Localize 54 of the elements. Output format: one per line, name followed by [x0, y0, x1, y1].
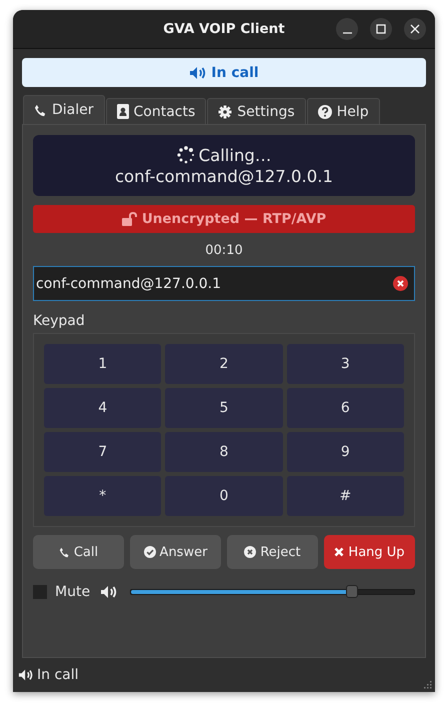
mute-checkbox[interactable]: [33, 585, 47, 599]
maximize-button[interactable]: [370, 18, 392, 40]
settings-icon: [218, 104, 232, 118]
action-button[interactable]: Call: [33, 535, 124, 569]
speaker-icon: [18, 668, 34, 682]
call-target: conf-command@127.0.0.1: [114, 166, 334, 186]
status-text: In call: [37, 667, 79, 683]
volume-slider[interactable]: [130, 585, 415, 599]
window-title: GVA VOIP Client: [163, 21, 285, 37]
hang-up-button[interactable]: Hang Up: [324, 535, 415, 569]
cross-circle-icon: [244, 546, 256, 558]
action-button[interactable]: Reject: [227, 535, 318, 569]
phone-icon: [34, 104, 47, 116]
call-status: Calling…: [198, 144, 272, 166]
address-field[interactable]: conf-command@127.0.0.1: [33, 266, 415, 301]
spinner-icon: [176, 146, 195, 164]
mute-label: Mute: [55, 584, 90, 600]
keypad-key[interactable]: 4: [44, 388, 162, 428]
slider-handle[interactable]: [346, 585, 358, 598]
tab[interactable]: Settings: [207, 98, 306, 124]
keypad-key[interactable]: 1: [44, 344, 162, 384]
keypad-key[interactable]: *: [44, 476, 162, 516]
tab[interactable]: Dialer: [23, 95, 105, 124]
volume-icon: [100, 585, 118, 599]
close-button[interactable]: [404, 18, 426, 40]
banner-text: In call: [211, 64, 259, 80]
keypad-key[interactable]: 2: [165, 344, 283, 384]
resize-grip-icon[interactable]: [422, 679, 432, 689]
check-circle-icon: [144, 546, 156, 558]
keypad-key[interactable]: 5: [165, 388, 283, 428]
close-icon: [410, 24, 420, 34]
clear-icon[interactable]: [393, 276, 408, 291]
security-text: Unencrypted — RTP/AVP: [142, 211, 326, 227]
minimize-icon: [342, 32, 352, 34]
tab[interactable]: Help: [306, 98, 380, 124]
keypad-key[interactable]: #: [286, 476, 404, 516]
maximize-icon: [376, 24, 386, 34]
keypad-key[interactable]: 6: [286, 388, 404, 428]
keypad-key[interactable]: 9: [286, 432, 404, 472]
speaker-icon: [189, 66, 208, 80]
help-icon: [318, 104, 332, 118]
phone-icon: [58, 546, 70, 558]
keypad-key[interactable]: 3: [286, 344, 404, 384]
keypad-key[interactable]: 8: [165, 432, 283, 472]
tab[interactable]: Contacts: [106, 98, 206, 124]
unlocked-padlock-icon: [122, 212, 138, 226]
call-timer: 00:10: [204, 243, 244, 258]
close-icon: [334, 547, 344, 557]
action-button[interactable]: Answer: [130, 535, 221, 569]
keypad-label: Keypad: [33, 313, 86, 329]
contact-card-icon: [116, 104, 129, 119]
keypad-key[interactable]: 7: [44, 432, 162, 472]
keypad-key[interactable]: 0: [165, 476, 283, 516]
minimize-button[interactable]: [336, 18, 358, 40]
